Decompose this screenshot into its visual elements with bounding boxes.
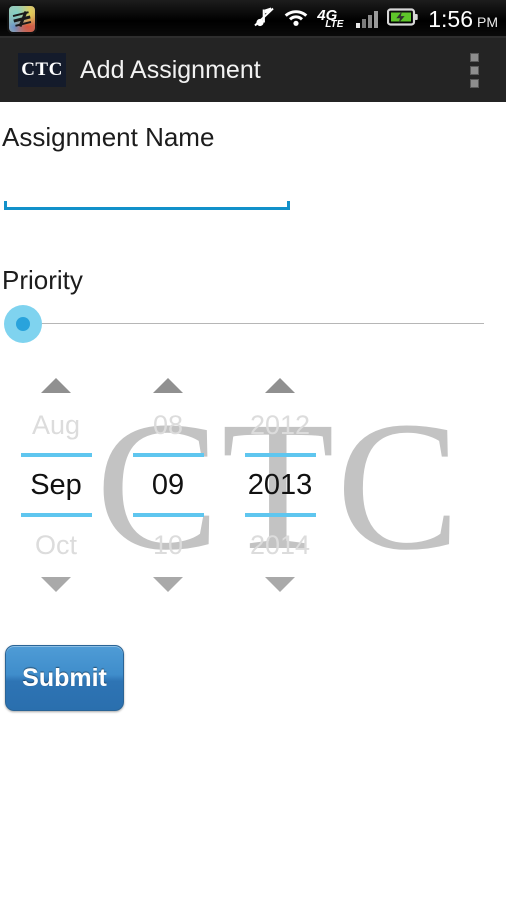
month-previous-value[interactable]: Aug bbox=[32, 407, 80, 443]
overflow-dot bbox=[469, 78, 479, 88]
day-decrement-arrow-icon[interactable] bbox=[153, 577, 183, 592]
day-current-value[interactable]: 09 bbox=[152, 467, 184, 503]
page-title: Add Assignment bbox=[80, 55, 261, 84]
assignment-name-input[interactable] bbox=[4, 180, 290, 210]
status-bar-clock: 1:56 PM bbox=[428, 6, 498, 33]
priority-label: Priority bbox=[2, 265, 83, 295]
status-bar[interactable]: 4G LTE 1:56 PM bbox=[0, 0, 506, 38]
overflow-dot bbox=[469, 52, 479, 62]
day-increment-arrow-icon[interactable] bbox=[153, 378, 183, 393]
year-increment-arrow-icon[interactable] bbox=[265, 378, 295, 393]
year-decrement-arrow-icon[interactable] bbox=[265, 577, 295, 592]
assignment-name-label: Assignment Name bbox=[2, 122, 215, 152]
clock-ampm: PM bbox=[477, 13, 498, 30]
network-sublabel: LTE bbox=[325, 19, 344, 30]
form-content: CTC Assignment Name Priority Aug Sep Oct… bbox=[0, 102, 506, 900]
input-underline-tick-right bbox=[287, 201, 290, 210]
day-previous-value[interactable]: 08 bbox=[153, 407, 183, 443]
month-divider-bottom bbox=[20, 513, 92, 517]
year-divider-top bbox=[244, 453, 316, 457]
overflow-menu-icon[interactable] bbox=[452, 44, 496, 96]
overflow-dot bbox=[469, 65, 479, 75]
month-next-value[interactable]: Oct bbox=[35, 527, 77, 563]
month-current-value[interactable]: Sep bbox=[30, 467, 82, 503]
date-picker-column-day: 08 09 10 bbox=[112, 370, 224, 600]
year-previous-value[interactable]: 2012 bbox=[250, 407, 310, 443]
battery-charging-icon bbox=[387, 7, 419, 32]
submit-button[interactable]: Submit bbox=[5, 645, 124, 711]
music-muted-icon bbox=[253, 6, 275, 33]
wifi-icon bbox=[284, 7, 308, 32]
input-underline-tick-left bbox=[4, 201, 7, 210]
action-bar: CTC Add Assignment bbox=[0, 38, 506, 102]
app-notification-icon bbox=[7, 4, 37, 34]
signal-bars-icon bbox=[356, 10, 379, 28]
month-divider-top bbox=[20, 453, 92, 457]
day-next-value[interactable]: 10 bbox=[153, 527, 183, 563]
day-divider-bottom bbox=[132, 513, 204, 517]
date-picker: Aug Sep Oct 08 09 10 2012 2013 2014 bbox=[0, 370, 340, 600]
day-divider-top bbox=[132, 453, 204, 457]
app-logo[interactable]: CTC bbox=[18, 53, 66, 87]
clock-time: 1:56 bbox=[428, 5, 473, 32]
priority-slider-thumb[interactable] bbox=[4, 305, 42, 343]
month-increment-arrow-icon[interactable] bbox=[41, 378, 71, 393]
year-current-value[interactable]: 2013 bbox=[248, 467, 313, 503]
4g-lte-icon: 4G LTE bbox=[317, 8, 347, 30]
date-picker-column-month: Aug Sep Oct bbox=[0, 370, 112, 600]
year-next-value[interactable]: 2014 bbox=[250, 527, 310, 563]
priority-slider-track[interactable] bbox=[22, 323, 484, 324]
date-picker-column-year: 2012 2013 2014 bbox=[224, 370, 336, 600]
status-bar-icons: 4G LTE bbox=[253, 6, 419, 33]
priority-slider-thumb-core bbox=[16, 317, 30, 331]
year-divider-bottom bbox=[244, 513, 316, 517]
month-decrement-arrow-icon[interactable] bbox=[41, 577, 71, 592]
